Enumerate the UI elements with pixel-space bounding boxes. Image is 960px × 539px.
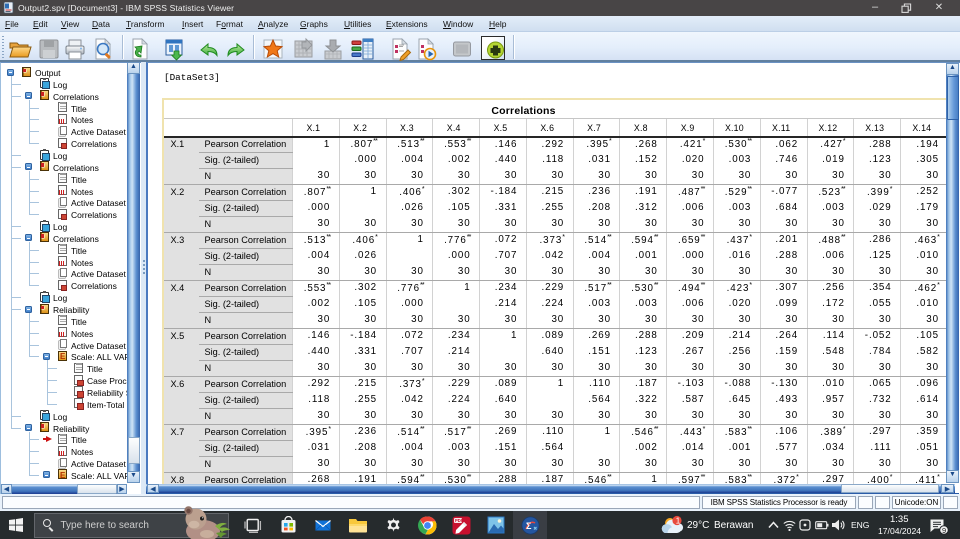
svg-text:9: 9 (942, 526, 946, 535)
svg-text:Σ: Σ (526, 521, 532, 531)
svg-text:PDF: PDF (455, 518, 464, 523)
svg-text:1: 1 (676, 516, 681, 526)
